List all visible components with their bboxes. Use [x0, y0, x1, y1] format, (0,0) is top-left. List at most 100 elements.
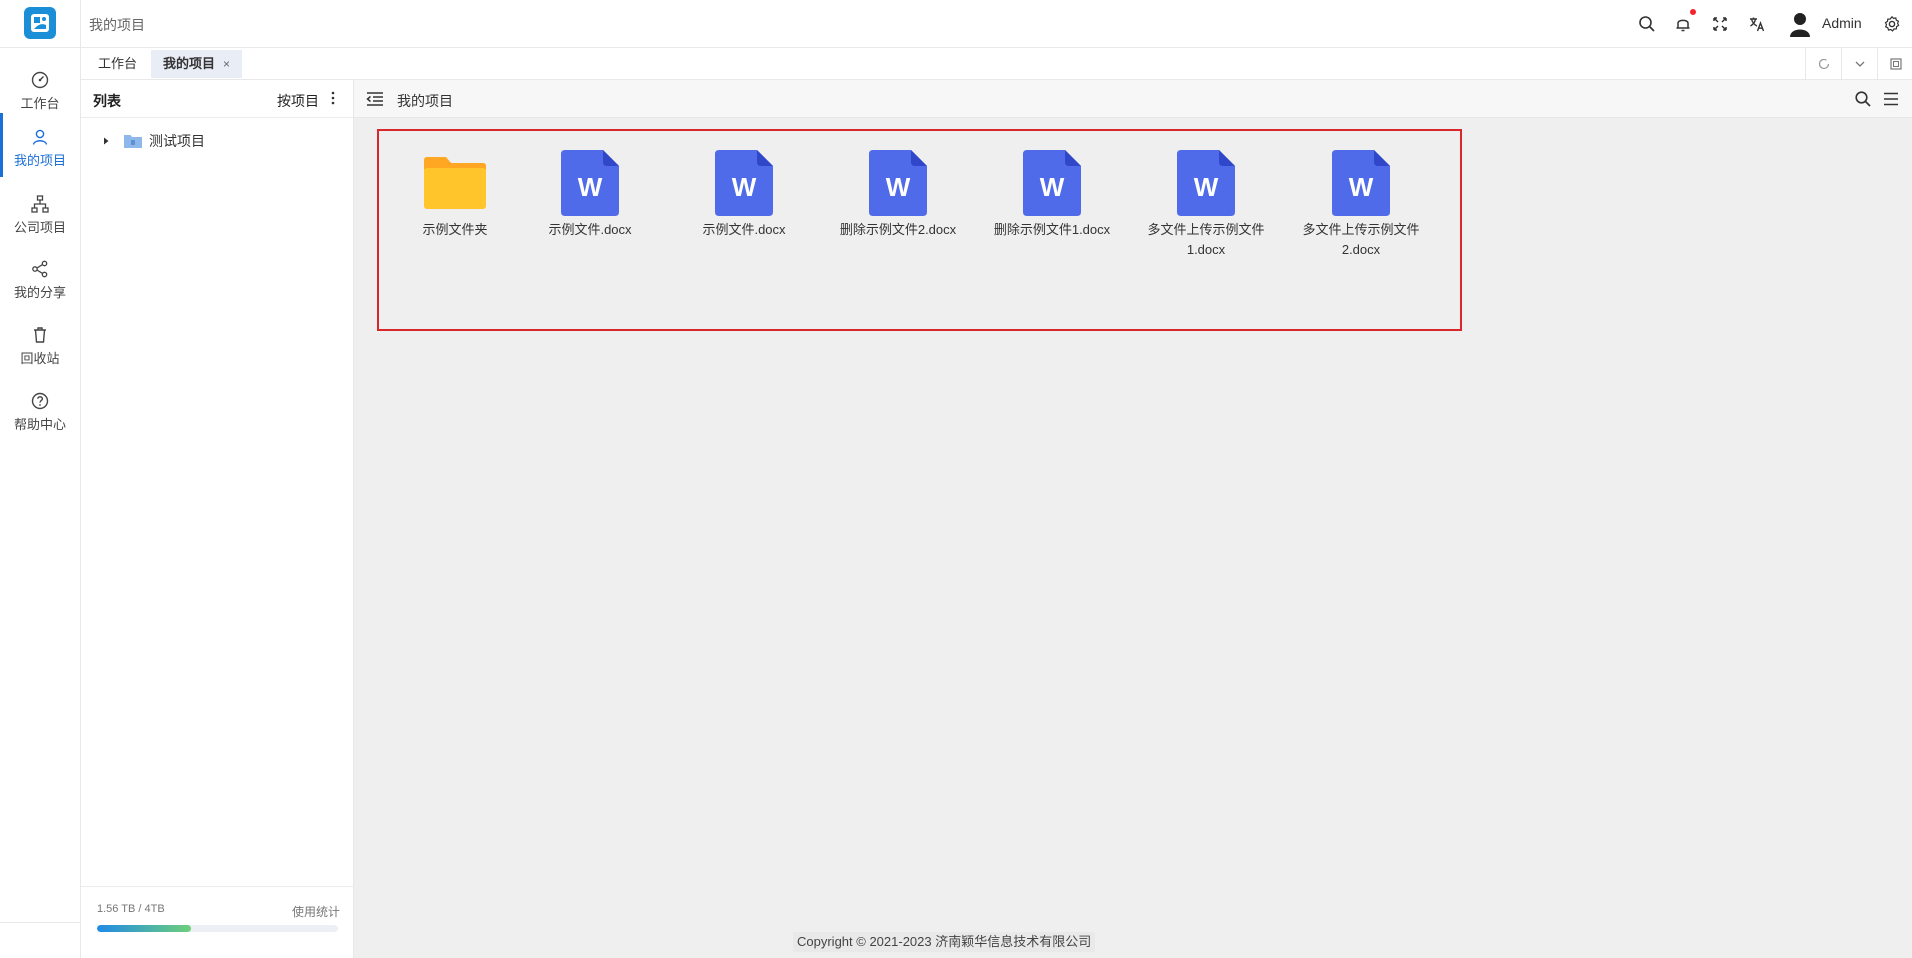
word-document-icon: W — [1177, 148, 1235, 218]
svg-text:W: W — [732, 172, 757, 202]
collapse-sidebar-icon[interactable] — [366, 91, 384, 107]
file-name: 示例文件.docx — [702, 222, 786, 237]
nav-item-recycle-bin[interactable]: 回收站 — [0, 311, 80, 375]
file-item[interactable]: W 多文件上传示例文件1.docx — [1136, 148, 1276, 268]
settings-button[interactable] — [1881, 13, 1903, 35]
nav-label: 公司项目 — [13, 220, 66, 235]
panel-title: 列表 — [93, 93, 121, 109]
org-chart-icon — [31, 195, 49, 213]
notification-badge — [1690, 9, 1696, 15]
tree-item-label: 测试项目 — [149, 133, 205, 149]
file-item[interactable]: W 示例文件.docx — [674, 148, 814, 268]
rail-divider — [0, 922, 81, 923]
svg-text:W: W — [1040, 172, 1065, 202]
user-icon — [32, 129, 48, 145]
word-document-icon: W — [1023, 148, 1081, 218]
nav-item-company-projects[interactable]: 公司项目 — [0, 180, 80, 244]
user-avatar[interactable] — [1786, 10, 1814, 38]
tab-label: 工作台 — [98, 56, 138, 71]
svg-text:W: W — [578, 172, 603, 202]
file-browser-header: 我的项目 — [354, 80, 1912, 118]
tab-menu-dropdown[interactable] — [1841, 48, 1877, 79]
caret-right-icon[interactable] — [101, 136, 111, 146]
file-item[interactable]: W 删除示例文件2.docx — [828, 148, 968, 268]
project-folder-icon — [124, 135, 142, 148]
folder-item[interactable]: 示例文件夹 — [385, 148, 525, 268]
storage-progress-bar — [97, 925, 338, 932]
nav-item-workbench[interactable]: 工作台 — [0, 56, 80, 120]
tab-my-projects[interactable]: 我的项目 × — [151, 50, 243, 78]
file-name: 多文件上传示例文件1.docx — [1147, 222, 1265, 257]
notifications-button[interactable] — [1672, 9, 1696, 35]
tab-close-button[interactable]: × — [223, 57, 230, 71]
folder-icon — [422, 148, 488, 218]
top-header: 我的项目 Admin — [81, 0, 1912, 48]
file-browser: 我的项目 示例文件夹 W 示例文件.docx W 示例文件.docx W 删除示例文件2.d… — [354, 80, 1912, 958]
svg-text:W: W — [1194, 172, 1219, 202]
help-icon — [31, 392, 49, 410]
fullscreen-icon — [1713, 17, 1727, 31]
file-name: 删除示例文件1.docx — [993, 222, 1111, 237]
tab-label: 我的项目 — [163, 56, 216, 71]
panel-header: 列表 按项目 — [81, 80, 354, 118]
chevron-down-icon — [1855, 61, 1864, 67]
search-icon[interactable] — [1854, 90, 1872, 108]
app-logo[interactable] — [24, 7, 56, 39]
gear-icon — [1884, 15, 1900, 32]
more-options-button[interactable] — [328, 89, 338, 107]
nav-label: 帮助中心 — [13, 417, 66, 432]
search-button[interactable] — [1636, 13, 1658, 35]
nav-item-my-shares[interactable]: 我的分享 — [0, 245, 80, 309]
nav-item-help-center[interactable]: 帮助中心 — [0, 377, 80, 441]
file-item[interactable]: W 示例文件.docx — [520, 148, 660, 268]
svg-text:W: W — [886, 172, 911, 202]
file-name: 示例文件夹 — [422, 222, 488, 237]
trash-icon — [34, 327, 46, 343]
nav-label: 我的分享 — [13, 285, 66, 300]
share-icon — [32, 260, 48, 278]
word-document-icon: W — [715, 148, 773, 218]
project-list-panel: 列表 按项目 测试项目 1.56 TB / 4TB 使用统计 — [81, 80, 354, 958]
nav-label: 工作台 — [20, 96, 60, 111]
word-document-icon: W — [1332, 148, 1390, 218]
fullscreen-button[interactable] — [1709, 13, 1731, 35]
folder-title: 我的项目 — [397, 93, 453, 109]
logo-icon — [31, 14, 49, 32]
storage-usage-text: 1.56 TB / 4TB — [97, 903, 165, 915]
copyright-footer: Copyright © 2021-2023 济南颖华信息技术有限公司 — [793, 932, 1096, 952]
left-nav-rail: 工作台 我的项目 公司项目 我的分享 回收站 帮助中心 — [0, 0, 81, 958]
bell-icon — [1676, 19, 1690, 32]
refresh-tab-button[interactable] — [1805, 48, 1841, 79]
nav-label: 回收站 — [20, 351, 60, 366]
svg-text:W: W — [1349, 172, 1374, 202]
file-item[interactable]: W 多文件上传示例文件2.docx — [1291, 148, 1431, 268]
dashboard-icon — [31, 71, 49, 89]
list-view-icon[interactable] — [1882, 90, 1900, 108]
avatar-icon — [1790, 13, 1810, 37]
more-vertical-icon — [331, 91, 335, 105]
storage-usage: 1.56 TB / 4TB 使用统计 — [81, 886, 354, 958]
word-document-icon: W — [869, 148, 927, 218]
maximize-content-button[interactable] — [1877, 48, 1912, 79]
refresh-icon — [1818, 58, 1829, 69]
nav-item-my-projects[interactable]: 我的项目 — [0, 113, 80, 177]
tree-item-test-project[interactable]: 测试项目 — [101, 130, 205, 152]
word-document-icon: W — [561, 148, 619, 218]
file-name: 多文件上传示例文件2.docx — [1302, 222, 1420, 257]
nav-label: 我的项目 — [13, 153, 66, 168]
file-item[interactable]: W 删除示例文件1.docx — [982, 148, 1122, 268]
usage-stats-link[interactable]: 使用统计 — [292, 903, 340, 920]
search-icon — [1639, 16, 1655, 32]
tab-workbench[interactable]: 工作台 — [86, 50, 149, 78]
maximize-icon — [1889, 57, 1902, 70]
rail-divider — [0, 47, 81, 48]
tab-strip: 工作台 我的项目 × — [81, 48, 1912, 80]
breadcrumb: 我的项目 — [89, 17, 145, 33]
file-name: 示例文件.docx — [548, 222, 632, 237]
translate-icon — [1750, 17, 1765, 32]
storage-progress-fill — [97, 925, 191, 932]
file-name: 删除示例文件2.docx — [839, 222, 957, 237]
user-name[interactable]: Admin — [1822, 15, 1862, 31]
sort-by-project-button[interactable]: 按项目 — [277, 91, 319, 111]
language-button[interactable] — [1746, 13, 1768, 35]
